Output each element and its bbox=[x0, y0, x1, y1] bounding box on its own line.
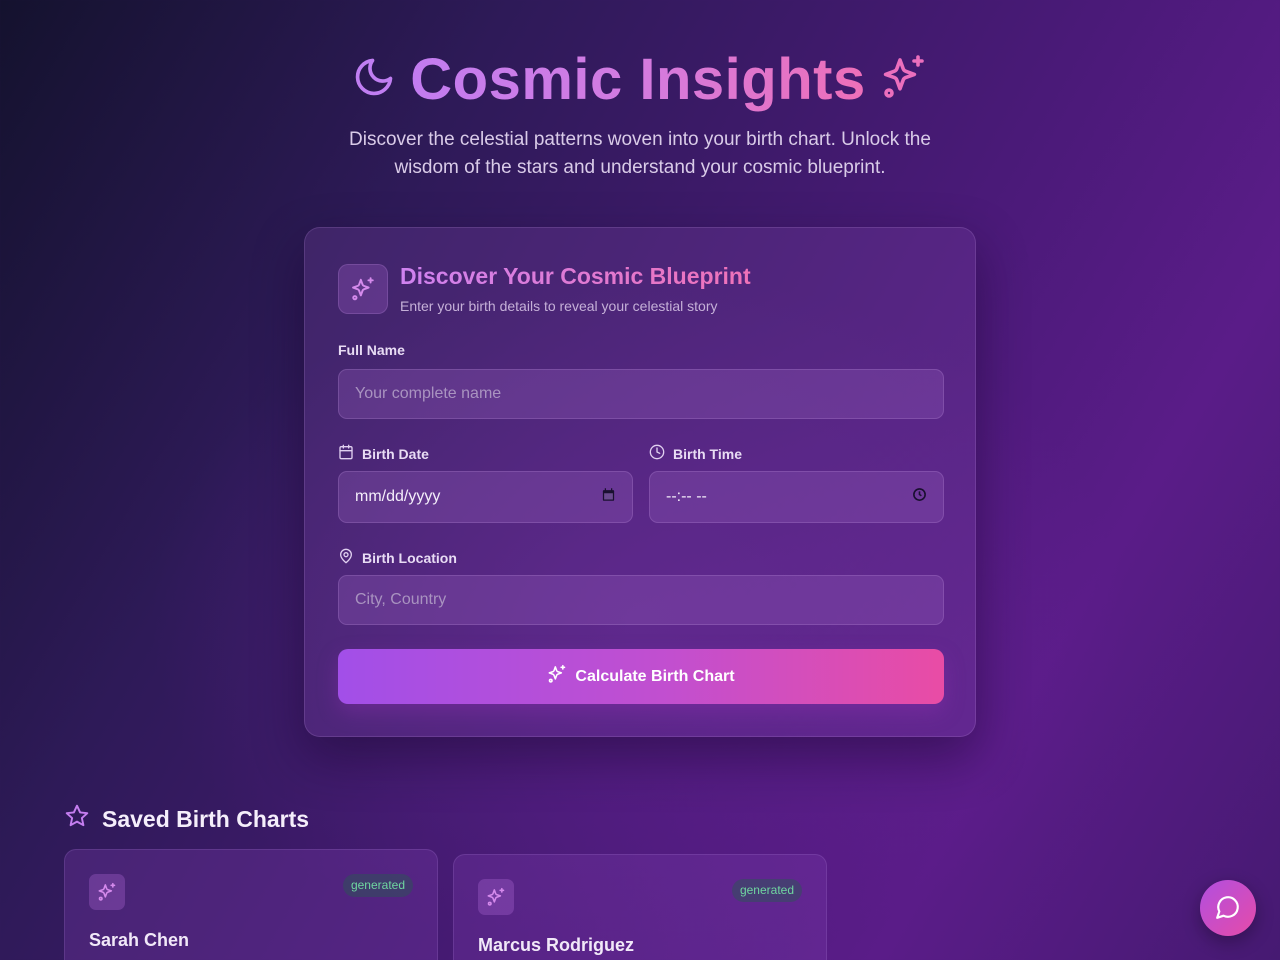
full-name-label: Full Name bbox=[338, 342, 405, 358]
calculate-button-label: Calculate Birth Chart bbox=[575, 667, 735, 685]
form-description: Enter your birth details to reveal your … bbox=[400, 298, 718, 314]
saved-charts-heading: Saved Birth Charts bbox=[64, 803, 309, 835]
birth-time-label: Birth Time bbox=[649, 444, 742, 463]
birth-time-label-text: Birth Time bbox=[673, 445, 742, 462]
birth-date-label-text: Birth Date bbox=[362, 445, 429, 462]
chart-owner-name: Sarah Chen bbox=[89, 930, 190, 950]
chart-owner-name: Marcus Rodriguez bbox=[478, 935, 635, 955]
birth-location-label-text: Birth Location bbox=[362, 549, 457, 566]
form-header: Discover Your Cosmic Blueprint Enter you… bbox=[338, 263, 751, 314]
sparkles-icon bbox=[478, 879, 514, 915]
page-header: Cosmic Insights Discover the celestial p… bbox=[0, 46, 1280, 182]
birth-location-placeholder: City, Country bbox=[355, 591, 447, 608]
sparkles-icon bbox=[338, 264, 388, 314]
birth-date-label: Birth Date bbox=[338, 444, 429, 463]
form-title: Discover Your Cosmic Blueprint bbox=[400, 263, 751, 289]
clock-icon bbox=[649, 444, 665, 463]
birth-date-input[interactable]: mm/dd/yyyy bbox=[338, 471, 633, 523]
page-title: Cosmic Insights bbox=[410, 46, 866, 112]
birth-location-label: Birth Location bbox=[338, 548, 457, 567]
sparkles-icon bbox=[547, 664, 567, 689]
moon-icon bbox=[352, 55, 396, 104]
birth-chart-form-card: Discover Your Cosmic Blueprint Enter you… bbox=[304, 227, 976, 737]
birth-time-input[interactable]: --:-- -- bbox=[649, 471, 944, 523]
full-name-placeholder: Your complete name bbox=[355, 385, 502, 402]
birth-date-value: mm/dd/yyyy bbox=[355, 488, 441, 505]
sparkles-icon bbox=[880, 53, 928, 106]
sparkles-icon bbox=[89, 874, 125, 910]
calendar-icon bbox=[338, 444, 354, 463]
full-name-input[interactable]: Your complete name bbox=[338, 369, 944, 419]
calculate-birth-chart-button[interactable]: Calculate Birth Chart bbox=[338, 649, 944, 704]
time-picker-icon[interactable] bbox=[912, 487, 927, 507]
birth-time-value: --:-- -- bbox=[666, 488, 707, 505]
map-pin-icon bbox=[338, 548, 354, 567]
title-row: Cosmic Insights bbox=[0, 46, 1280, 112]
status-badge: generated bbox=[731, 879, 802, 902]
page-subtitle: Discover the celestial patterns woven in… bbox=[349, 129, 931, 178]
saved-chart-card[interactable]: generated Sarah Chen bbox=[64, 849, 438, 960]
full-name-label-text: Full Name bbox=[338, 342, 405, 358]
calendar-picker-icon[interactable] bbox=[601, 487, 616, 507]
chat-button[interactable] bbox=[1200, 880, 1256, 936]
status-badge: generated bbox=[342, 874, 413, 897]
birth-location-input[interactable]: City, Country bbox=[338, 575, 944, 625]
saved-chart-card[interactable]: generated Marcus Rodriguez bbox=[453, 854, 827, 960]
star-icon bbox=[64, 803, 90, 835]
saved-charts-title: Saved Birth Charts bbox=[102, 805, 310, 832]
chat-bubble-icon bbox=[1215, 894, 1241, 923]
